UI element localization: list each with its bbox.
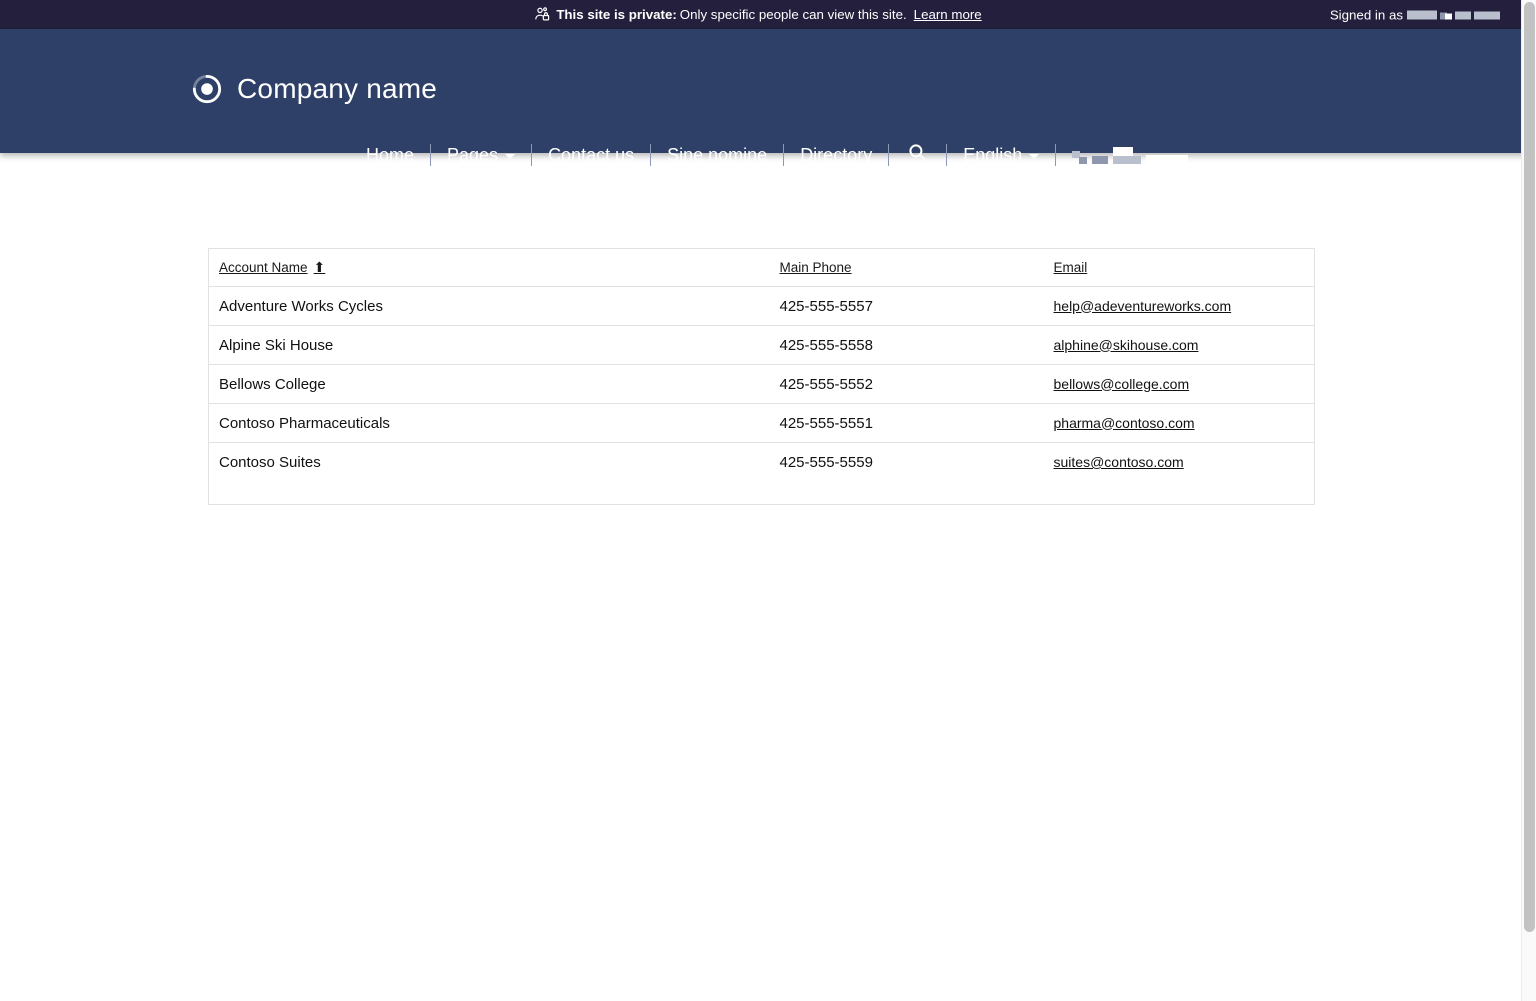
privacy-banner-strong-text: This site is private: <box>556 8 676 21</box>
privacy-learn-more-link[interactable]: Learn more <box>914 8 982 21</box>
cell-account-name: Bellows College <box>209 365 770 404</box>
email-link[interactable]: help@adeventureworks.com <box>1054 298 1232 314</box>
column-header-main-phone: Main Phone <box>770 249 1044 287</box>
cell-account-name: Contoso Suites <box>209 443 770 505</box>
cell-email: pharma@contoso.com <box>1044 404 1315 443</box>
cell-main-phone: 425-555-5557 <box>770 287 1044 326</box>
nav-item-contact-us[interactable]: Contact us <box>532 146 650 164</box>
email-link[interactable]: pharma@contoso.com <box>1054 415 1195 431</box>
site-header: Company name Home Pages Contact us Sine … <box>0 29 1536 153</box>
nav-item-home-label: Home <box>366 146 414 164</box>
brand-name: Company name <box>237 75 437 103</box>
table-row[interactable]: Adventure Works Cycles 425-555-5557 help… <box>209 287 1315 326</box>
cell-account-name: Adventure Works Cycles <box>209 287 770 326</box>
sort-account-name-button[interactable]: Account Name ⬆ <box>219 260 325 275</box>
table-body: Adventure Works Cycles 425-555-5557 help… <box>209 287 1315 505</box>
directory-table-container: Account Name ⬆ Main Phone Email <box>208 248 1314 505</box>
vertical-scrollbar[interactable] <box>1521 0 1536 1001</box>
circle-target-logo-icon <box>192 74 222 104</box>
table-row[interactable]: Contoso Suites 425-555-5559 suites@conto… <box>209 443 1315 505</box>
cell-email: help@adeventureworks.com <box>1044 287 1315 326</box>
table-row[interactable]: Alpine Ski House 425-555-5558 alphine@sk… <box>209 326 1315 365</box>
sort-main-phone-button[interactable]: Main Phone <box>780 260 852 275</box>
language-selector[interactable]: English <box>947 146 1055 164</box>
brand-link[interactable]: Company name <box>192 74 437 104</box>
directory-table: Account Name ⬆ Main Phone Email <box>208 248 1315 505</box>
language-selector-label: English <box>963 146 1022 164</box>
nav-item-pages[interactable]: Pages <box>431 146 531 164</box>
column-header-email: Email <box>1044 249 1315 287</box>
privacy-banner-message-group: This site is private: Only specific peop… <box>534 6 981 23</box>
nav-item-contact-us-label: Contact us <box>548 146 634 164</box>
search-icon <box>907 142 928 168</box>
cell-account-name: Contoso Pharmaceuticals <box>209 404 770 443</box>
cell-account-name: Alpine Ski House <box>209 326 770 365</box>
signed-in-user-redacted <box>1407 10 1500 19</box>
table-row[interactable]: Bellows College 425-555-5552 bellows@col… <box>209 365 1315 404</box>
signed-in-label: Signed in as <box>1330 7 1403 22</box>
scrollbar-thumb[interactable] <box>1524 2 1535 932</box>
nav-item-home[interactable]: Home <box>350 146 430 164</box>
cell-main-phone: 425-555-5552 <box>770 365 1044 404</box>
signed-in-status: Signed in as <box>1330 7 1500 22</box>
sort-email-button[interactable]: Email <box>1054 260 1088 275</box>
column-header-main-phone-label: Main Phone <box>780 260 852 275</box>
cell-email: bellows@college.com <box>1044 365 1315 404</box>
column-header-account-name-label: Account Name <box>219 260 308 275</box>
nav-item-sine-nomine[interactable]: Sine nomine <box>651 146 783 164</box>
cell-email: alphine@skihouse.com <box>1044 326 1315 365</box>
privacy-banner-text: Only specific people can view this site. <box>680 8 907 21</box>
chevron-down-icon <box>1029 154 1039 159</box>
page-body: Account Name ⬆ Main Phone Email <box>0 153 1536 1001</box>
column-header-account-name: Account Name ⬆ <box>209 249 770 287</box>
email-link[interactable]: alphine@skihouse.com <box>1054 337 1199 353</box>
cell-main-phone: 425-555-5559 <box>770 443 1044 505</box>
nav-item-sine-nomine-label: Sine nomine <box>667 146 767 164</box>
column-header-email-label: Email <box>1054 260 1088 275</box>
cell-main-phone: 425-555-5551 <box>770 404 1044 443</box>
cell-email: suites@contoso.com <box>1044 443 1315 505</box>
main-navigation: Home Pages Contact us Sine nomine Direct… <box>350 137 1204 173</box>
nav-item-directory[interactable]: Directory <box>784 146 888 164</box>
user-name-redaction <box>1072 147 1188 164</box>
cell-main-phone: 425-555-5558 <box>770 326 1044 365</box>
privacy-banner: This site is private: Only specific peop… <box>0 0 1536 29</box>
table-header-row: Account Name ⬆ Main Phone Email <box>209 249 1315 287</box>
search-button[interactable] <box>889 142 946 168</box>
sort-ascending-arrow-icon: ⬆ <box>314 260 326 274</box>
nav-item-pages-label: Pages <box>447 146 498 164</box>
nav-item-directory-label: Directory <box>800 146 872 164</box>
chevron-down-icon <box>505 154 515 159</box>
table-row[interactable]: Contoso Pharmaceuticals 425-555-5551 pha… <box>209 404 1315 443</box>
email-link[interactable]: bellows@college.com <box>1054 376 1190 392</box>
email-link[interactable]: suites@contoso.com <box>1054 454 1184 470</box>
table-head: Account Name ⬆ Main Phone Email <box>209 249 1315 287</box>
user-menu-redacted[interactable] <box>1056 147 1204 164</box>
people-lock-icon <box>534 6 551 23</box>
